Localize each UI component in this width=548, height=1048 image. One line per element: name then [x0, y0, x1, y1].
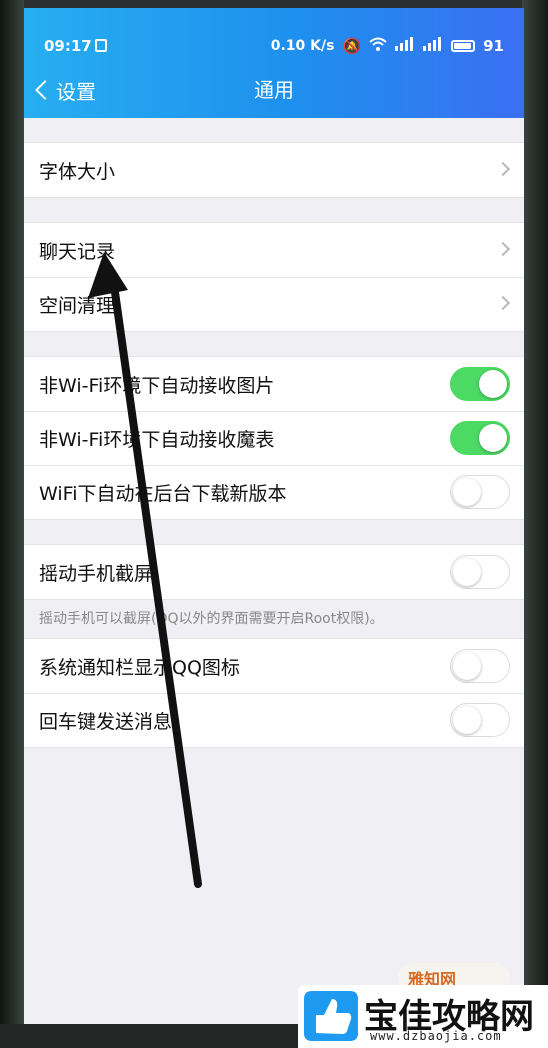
settings-group-font: 字体大小	[24, 142, 524, 198]
enter-send-toggle[interactable]	[450, 703, 510, 737]
wifi-icon	[369, 37, 387, 55]
row-label: 字体大小	[39, 160, 116, 183]
auto-receive-images-row: 非Wi-Fi环境下自动接收图片	[24, 357, 524, 411]
chevron-right-icon	[495, 161, 511, 177]
chevron-right-icon	[495, 295, 511, 311]
chat-history-row[interactable]: 聊天记录	[24, 223, 524, 277]
shake-screenshot-toggle[interactable]	[450, 555, 510, 589]
settings-group-download: 非Wi-Fi环境下自动接收图片 非Wi-Fi环境下自动接收魔表 WiFi下自动在…	[24, 356, 524, 520]
frame-right	[522, 0, 548, 1048]
row-label: 摇动手机截屏	[39, 562, 154, 585]
battery-icon	[451, 40, 476, 52]
settings-group-storage: 聊天记录 空间清理	[24, 222, 524, 332]
watermark: 宝佳攻略网 www.dzbaojia.com	[298, 985, 548, 1048]
notification-icon-toggle[interactable]	[450, 649, 510, 683]
row-label: 聊天记录	[39, 240, 116, 263]
row-label: 非Wi-Fi环境下自动接收魔表	[39, 428, 275, 451]
wifi-auto-update-row: WiFi下自动在后台下载新版本	[24, 465, 524, 519]
page-title: 通用	[254, 78, 294, 102]
mute-icon: 🔕	[342, 37, 362, 55]
row-label: 非Wi-Fi环境下自动接收图片	[39, 374, 275, 397]
frame-top	[0, 0, 548, 8]
signal-icon	[395, 37, 415, 55]
enter-send-row: 回车键发送消息	[24, 693, 524, 747]
nav-bar: 设置 通用	[24, 70, 524, 110]
font-size-row[interactable]: 字体大小	[24, 143, 524, 197]
shake-screenshot-row: 摇动手机截屏	[24, 545, 524, 599]
header-bar: 09:17 0.10 K/s 🔕 91 设置 通用	[24, 8, 524, 118]
auto-receive-images-toggle[interactable]	[450, 367, 510, 401]
lock-icon	[95, 39, 107, 52]
settings-group-misc: 系统通知栏显示QQ图标 回车键发送消息	[24, 638, 524, 748]
battery-level: 91	[483, 37, 504, 55]
watermark-url: www.dzbaojia.com	[370, 1029, 502, 1043]
shake-screenshot-note: 摇动手机可以截屏(QQ以外的界面需要开启Root权限)。	[39, 611, 384, 627]
status-right: 0.10 K/s 🔕 91	[271, 37, 504, 55]
signal-icon-2	[423, 37, 443, 55]
phone-screen: 09:17 0.10 K/s 🔕 91 设置 通用 字体大小 聊天记录 空间清理…	[24, 8, 524, 1024]
wifi-auto-update-toggle[interactable]	[450, 475, 510, 509]
row-label: WiFi下自动在后台下载新版本	[39, 482, 287, 505]
frame-left	[0, 0, 24, 1048]
row-label: 空间清理	[39, 294, 116, 317]
space-cleanup-row[interactable]: 空间清理	[24, 277, 524, 331]
settings-list: 字体大小 聊天记录 空间清理 非Wi-Fi环境下自动接收图片 非Wi-Fi环境下…	[24, 118, 524, 748]
row-label: 回车键发送消息	[39, 710, 173, 733]
chevron-right-icon	[495, 241, 511, 257]
settings-group-shake: 摇动手机截屏	[24, 544, 524, 600]
auto-receive-masks-toggle[interactable]	[450, 421, 510, 455]
thumbs-up-logo-icon	[304, 991, 358, 1041]
auto-receive-masks-row: 非Wi-Fi环境下自动接收魔表	[24, 411, 524, 465]
status-bar: 09:17 0.10 K/s 🔕 91	[24, 34, 524, 58]
row-label: 系统通知栏显示QQ图标	[39, 656, 240, 679]
notification-icon-row: 系统通知栏显示QQ图标	[24, 639, 524, 693]
status-time: 09:17	[44, 37, 92, 55]
network-speed: 0.10 K/s	[270, 38, 335, 54]
